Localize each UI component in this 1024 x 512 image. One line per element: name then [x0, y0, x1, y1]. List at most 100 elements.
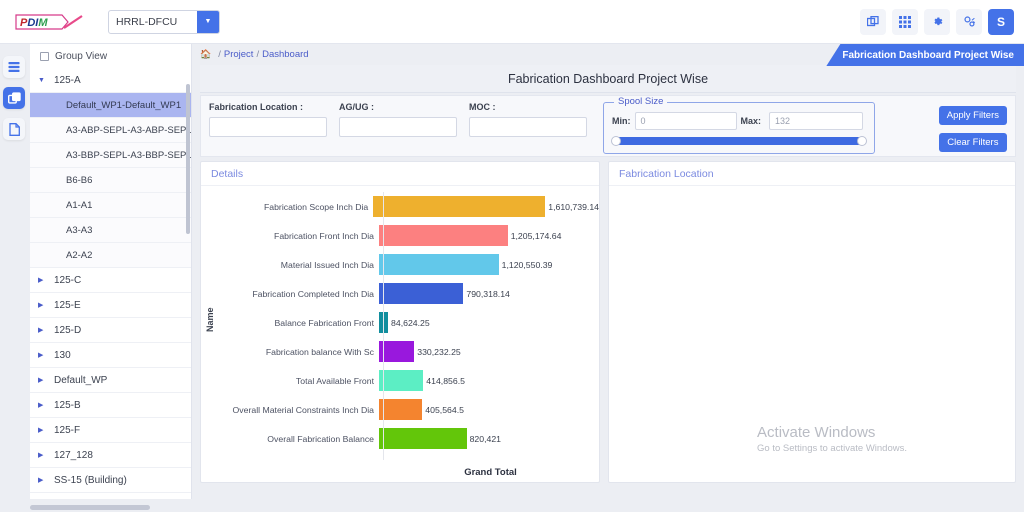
chart-bar[interactable] [379, 428, 467, 449]
chart-bar[interactable] [379, 283, 464, 304]
chart-value-label: 790,318.14 [466, 288, 510, 299]
ag-ug-input[interactable] [339, 117, 457, 137]
layers-icon[interactable] [3, 87, 25, 109]
horizontal-scrollbar[interactable] [30, 505, 150, 510]
project-tree-sidebar[interactable]: Group View ▼ 125-A Default_WP1-Default_WP1… [30, 44, 192, 499]
chevron-right-icon[interactable]: ▶ [38, 401, 54, 409]
breadcrumb-separator-2: / [256, 48, 260, 60]
breadcrumb-item-dashboard[interactable]: Dashboard [262, 49, 308, 60]
filter-fabrication-location: Fabrication Location : [209, 102, 327, 137]
chart-bar-wrap: 84,624.25 [379, 312, 599, 333]
chart-category-label: Fabrication Front Inch Dia [274, 230, 374, 241]
spool-max-label: Max: [740, 116, 762, 126]
home-icon[interactable]: 🏠 [200, 49, 211, 60]
moc-input[interactable] [469, 117, 587, 137]
tree-node[interactable]: ▶ 125-D [30, 318, 191, 343]
tree-node[interactable]: ▶ 127_128 [30, 443, 191, 468]
tree-node[interactable]: ▶ Default_WP [30, 368, 191, 393]
chart-bar[interactable] [379, 341, 415, 362]
header-tab[interactable]: Fabrication Dashboard Project Wise [826, 44, 1024, 66]
chart-bar-row: Overall Material Constraints Inch Dia 405… [201, 395, 599, 424]
tree-node[interactable]: ▶ 125-C [30, 268, 191, 293]
chart-bar-wrap: 790,318.14 [379, 283, 599, 304]
clear-filters-button[interactable]: Clear Filters [938, 133, 1007, 152]
chart-bar[interactable] [379, 399, 423, 420]
breadcrumb-item-project[interactable]: Project [224, 49, 254, 60]
slider-handle-max[interactable] [857, 136, 867, 146]
tree-node[interactable]: ▶ 125-F [30, 418, 191, 443]
chevron-right-icon[interactable]: ▶ [38, 326, 54, 334]
spool-size-fieldset: Spool Size Min: 0 Max: 132 [603, 96, 875, 154]
chevron-right-icon[interactable]: ▶ [38, 451, 54, 459]
gear-icon[interactable] [924, 8, 950, 35]
sidebar-scrollbar[interactable] [186, 84, 190, 234]
tree-child-item[interactable]: B6-B6 [30, 168, 191, 193]
chart-bar-row: Overall Fabrication Balance 820,421 [201, 424, 599, 453]
chart-bar-wrap: 1,120,550.39 [379, 254, 599, 275]
group-view-row[interactable]: Group View [30, 44, 191, 68]
chart-category-label: Material Issued Inch Dia [280, 259, 374, 270]
document-icon[interactable] [3, 118, 25, 140]
chart-bar-row: Fabrication Scope Inch Dia 1,610,739.14 [201, 192, 599, 221]
tree-node[interactable]: ▶ SS-15 (Building) [30, 468, 191, 493]
chart-bar-row: Material Issued Inch Dia 1,120,550.39 [201, 250, 599, 279]
chevron-right-icon[interactable]: ▶ [38, 276, 54, 284]
watermark-line2: Go to Settings to activate Windows. [757, 443, 907, 454]
fabrication-bar-chart[interactable]: Name Fabrication Scope Inch Dia 1,610,739… [201, 186, 599, 482]
filter-buttons: Apply Filters Clear Filters [938, 102, 1007, 152]
tree-child-item[interactable]: A3-BBP-SEPL-A3-BBP-SEPL [30, 143, 191, 168]
tree-child-item[interactable]: A1-A1 [30, 193, 191, 218]
pdim-logo[interactable]: PDIM [14, 11, 86, 33]
list-icon[interactable] [3, 56, 25, 78]
grid-apps-icon[interactable] [892, 8, 918, 35]
filter-label: MOC : [469, 102, 496, 112]
chart-category-label: Fabrication Completed Inch Dia [252, 288, 374, 299]
chevron-right-icon[interactable]: ▶ [38, 376, 54, 384]
copy-icon[interactable] [860, 8, 886, 35]
chart-axis-line [383, 192, 384, 460]
chevron-right-icon[interactable]: ▶ [38, 301, 54, 309]
spool-size-slider[interactable] [611, 136, 867, 146]
chart-bar-wrap: 330,232.25 [379, 341, 599, 362]
chart-bar[interactable] [379, 225, 508, 246]
spool-min-input[interactable]: 0 [634, 112, 737, 130]
slider-handle-min[interactable] [611, 136, 621, 146]
project-select[interactable]: HRRL-DFCU ▼ [108, 9, 220, 34]
settings-sliders-icon[interactable] [956, 8, 982, 35]
chevron-right-icon[interactable]: ▶ [38, 351, 54, 359]
tree-child-item[interactable]: A3-A3 [30, 218, 191, 243]
group-view-checkbox[interactable] [40, 52, 49, 61]
user-avatar[interactable]: S [988, 8, 1014, 35]
chevron-right-icon[interactable]: ▶ [38, 476, 54, 484]
chevron-down-icon[interactable]: ▼ [197, 10, 219, 33]
svg-text:PDIM: PDIM [20, 17, 48, 29]
chart-bar[interactable] [379, 370, 424, 391]
tree-node-label: 130 [54, 349, 71, 361]
chart-bar[interactable] [379, 254, 499, 275]
chart-category-label: Fabrication Scope Inch Dia [263, 201, 369, 212]
chevron-down-icon[interactable]: ▼ [38, 77, 54, 84]
chart-bar[interactable] [373, 196, 546, 217]
tree-node[interactable]: ▶129-131 [30, 493, 191, 499]
spool-max-input[interactable]: 132 [769, 112, 864, 130]
fabrication-dashboard-app: PDIM HRRL-DFCU ▼ S Group View ▼ 125-A De… [0, 0, 1024, 512]
tree-child-item[interactable]: Default_WP1-Default_WP1 [30, 93, 191, 118]
tree-node[interactable]: ▶ 125-E [30, 293, 191, 318]
tree-node[interactable]: ▶ 130 [30, 343, 191, 368]
spool-size-legend: Spool Size [614, 96, 668, 107]
tree-child-item[interactable]: A2-A2 [30, 243, 191, 268]
tree-node[interactable]: ▶ 125-B [30, 393, 191, 418]
left-icon-rail [0, 44, 28, 512]
chevron-right-icon[interactable]: ▶ [38, 426, 54, 434]
top-icon-group: S [860, 8, 1014, 35]
tree-child-item[interactable]: A3-ABP-SEPL-A3-ABP-SEPL [30, 118, 191, 143]
project-select-value: HRRL-DFCU [116, 15, 178, 28]
filter-moc: MOC : [469, 102, 587, 137]
chart-bar-wrap: 1,205,174.64 [379, 225, 599, 246]
fabrication-location-input[interactable] [209, 117, 327, 137]
tree-node-label: 125-B [54, 399, 81, 411]
apply-filters-button[interactable]: Apply Filters [938, 106, 1007, 125]
chart-bars: Fabrication Scope Inch Dia 1,610,739.14 Fa… [201, 192, 599, 453]
tree-node[interactable]: ▼ 125-A [30, 68, 191, 93]
chart-bar-wrap: 820,421 [379, 428, 599, 449]
